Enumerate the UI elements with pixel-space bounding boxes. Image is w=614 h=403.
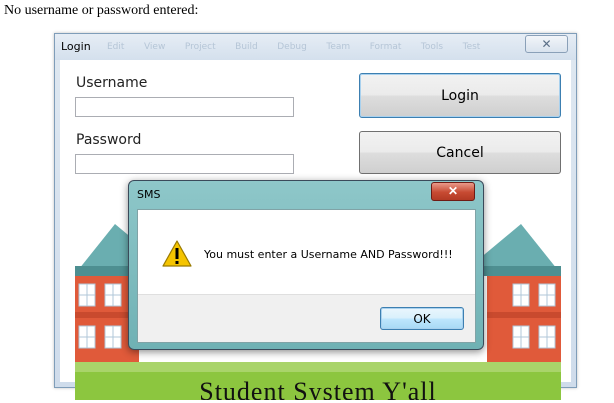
banner-title: Student System Y'all: [199, 377, 437, 400]
dialog-title: SMS: [137, 188, 161, 201]
close-icon: ✕: [541, 37, 552, 51]
ghost-menu-item: Tools: [420, 42, 444, 52]
username-input[interactable]: [75, 97, 294, 117]
background-menu-ghost: Edit View Project Build Debug Team Forma…: [107, 41, 497, 52]
page-caption: No username or password entered:: [4, 3, 199, 18]
ghost-menu-item: Edit: [107, 42, 125, 52]
ghost-menu-item: View: [143, 42, 166, 52]
password-input[interactable]: [75, 154, 294, 174]
dialog-body: You must enter a Username AND Password!!…: [137, 209, 476, 343]
password-label: Password: [76, 132, 142, 148]
ghost-menu-item: Project: [184, 42, 216, 52]
username-label: Username: [76, 75, 148, 91]
dialog-footer: OK: [138, 294, 475, 342]
login-titlebar[interactable]: Login Edit View Project Build Debug Team…: [55, 34, 576, 60]
cancel-button[interactable]: Cancel: [359, 131, 561, 174]
ghost-menu-item: Team: [326, 42, 351, 52]
ghost-menu-item: Test: [462, 42, 481, 52]
close-icon: ✕: [447, 184, 459, 198]
login-window-title: Login: [61, 40, 91, 53]
ghost-menu-item: Format: [369, 42, 402, 52]
dialog-message: You must enter a Username AND Password!!…: [204, 248, 453, 261]
login-close-button[interactable]: ✕: [525, 35, 568, 53]
ghost-menu-item: Debug: [277, 42, 307, 52]
login-button[interactable]: Login: [359, 73, 561, 118]
ok-button[interactable]: OK: [380, 307, 464, 330]
warning-icon: [162, 240, 192, 267]
ghost-menu-item: Build: [235, 42, 258, 52]
sms-dialog: SMS ✕ You must enter a Username AND Pass…: [128, 180, 484, 350]
dialog-close-button[interactable]: ✕: [431, 182, 475, 201]
